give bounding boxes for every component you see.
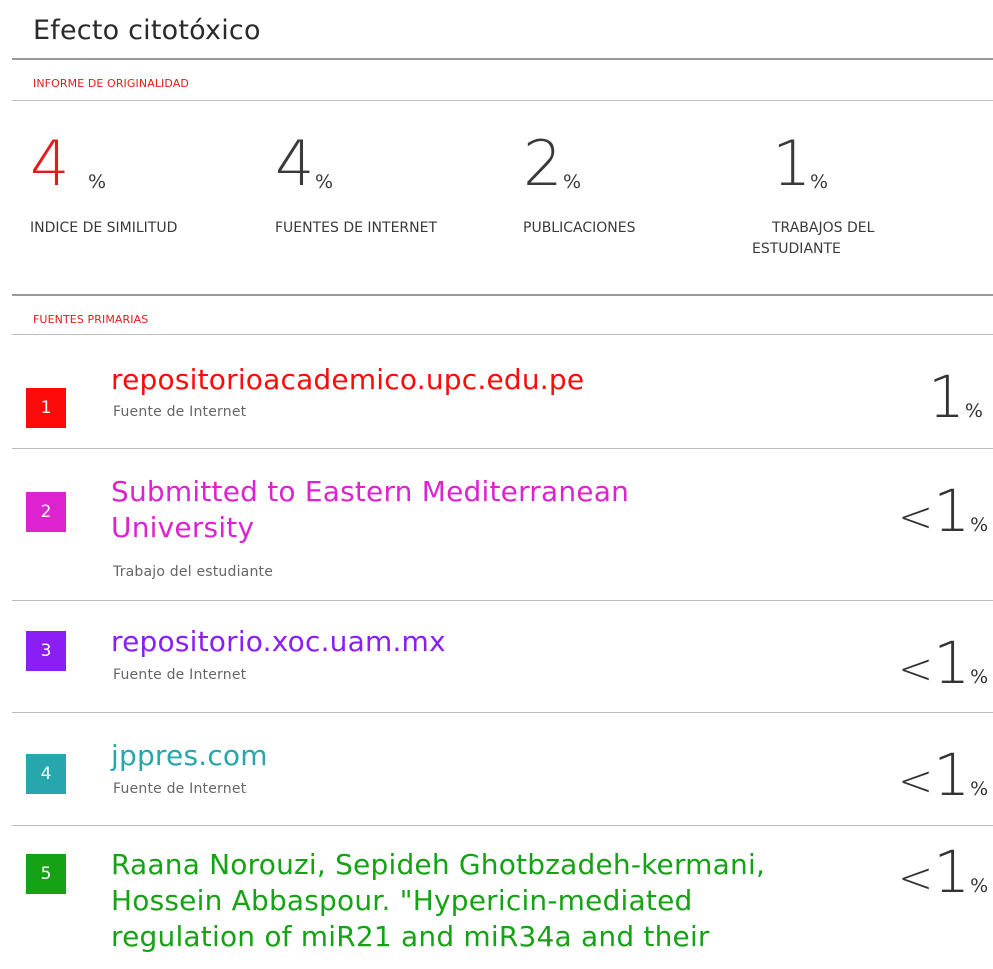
source-item: 1 repositorioacademico.upc.edu.pe Fuente… — [0, 334, 993, 448]
percent-value: 1 — [933, 741, 971, 809]
percent-unit: % — [970, 875, 989, 897]
source-percent: <1% — [898, 746, 988, 810]
source-title-line3: regulation of miR21 and miR34a and their — [111, 920, 710, 953]
stats-divider — [12, 294, 993, 296]
originality-report-label: INFORME DE ORIGINALIDAD — [33, 77, 189, 90]
source-percent: <1% — [898, 482, 988, 546]
primary-sources-label: FUENTES PRIMARIAS — [33, 313, 149, 326]
source-item: 2 Submitted to Eastern Mediterranean Uni… — [0, 448, 993, 600]
percent-prefix: < — [898, 853, 934, 902]
source-number-badge: 2 — [26, 492, 66, 532]
percent-value: 1 — [933, 477, 971, 545]
stat-label: INDICE DE SIMILITUD — [30, 220, 178, 236]
source-number-badge: 3 — [26, 631, 66, 671]
percent-prefix: < — [898, 492, 934, 541]
stat-unit: % — [88, 171, 107, 193]
source-item: 3 repositorio.xoc.uam.mx Fuente de Inter… — [0, 600, 993, 712]
percent-unit: % — [970, 666, 989, 688]
stat-value: 4 — [30, 127, 70, 200]
source-item: 5 Raana Norouzi, Sepideh Ghotbzadeh-kerm… — [0, 825, 993, 969]
document-title: Efecto citotóxico — [33, 15, 261, 46]
source-title-line1: Raana Norouzi, Sepideh Ghotbzadeh-kerman… — [111, 848, 766, 881]
source-percent: 1% — [928, 368, 983, 432]
stat-unit: % — [315, 171, 334, 193]
source-number-badge: 4 — [26, 754, 66, 794]
percent-value: 1 — [928, 363, 965, 431]
title-divider — [12, 58, 993, 60]
stat-label-line1: TRABAJOS DEL — [772, 220, 875, 236]
percent-unit: % — [970, 778, 989, 800]
source-type: Trabajo del estudiante — [113, 564, 274, 580]
percent-unit: % — [964, 400, 983, 422]
stat-value: 2 — [523, 127, 563, 200]
percent-value: 1 — [933, 838, 971, 906]
source-percent: <1% — [898, 634, 988, 698]
stat-label: PUBLICACIONES — [523, 220, 636, 236]
stat-unit: % — [810, 171, 829, 193]
percent-value: 1 — [933, 629, 971, 697]
report-divider — [12, 100, 993, 101]
percent-prefix: < — [898, 644, 934, 693]
source-title[interactable]: jppres.com — [111, 738, 891, 774]
source-title[interactable]: repositorioacademico.upc.edu.pe — [111, 362, 891, 398]
source-item: 4 jppres.com Fuente de Internet <1% — [0, 712, 993, 825]
source-title-line2: Hossein Abbaspour. "Hypericin-mediated — [111, 884, 693, 917]
source-number-badge: 5 — [26, 854, 66, 894]
stat-value: 4 — [275, 127, 315, 200]
source-title[interactable]: Raana Norouzi, Sepideh Ghotbzadeh-kerman… — [111, 847, 891, 955]
source-type: Fuente de Internet — [113, 667, 247, 683]
stat-label: FUENTES DE INTERNET — [275, 220, 438, 236]
stat-label-line2: ESTUDIANTE — [752, 241, 841, 257]
source-type: Fuente de Internet — [113, 781, 247, 797]
percent-prefix: < — [898, 756, 934, 805]
source-title[interactable]: repositorio.xoc.uam.mx — [111, 624, 891, 660]
source-percent: <1% — [898, 843, 988, 907]
stat-unit: % — [563, 171, 582, 193]
source-title-line1: Submitted to Eastern Mediterranean — [111, 475, 630, 508]
stat-label: TRABAJOS DEL ESTUDIANTE — [752, 218, 874, 260]
source-type: Fuente de Internet — [113, 404, 247, 420]
source-number-badge: 1 — [26, 388, 66, 428]
stat-value: 1 — [772, 127, 812, 200]
source-title[interactable]: Submitted to Eastern Mediterranean Unive… — [111, 474, 891, 546]
percent-unit: % — [970, 514, 989, 536]
source-title-line2: University — [111, 511, 255, 544]
